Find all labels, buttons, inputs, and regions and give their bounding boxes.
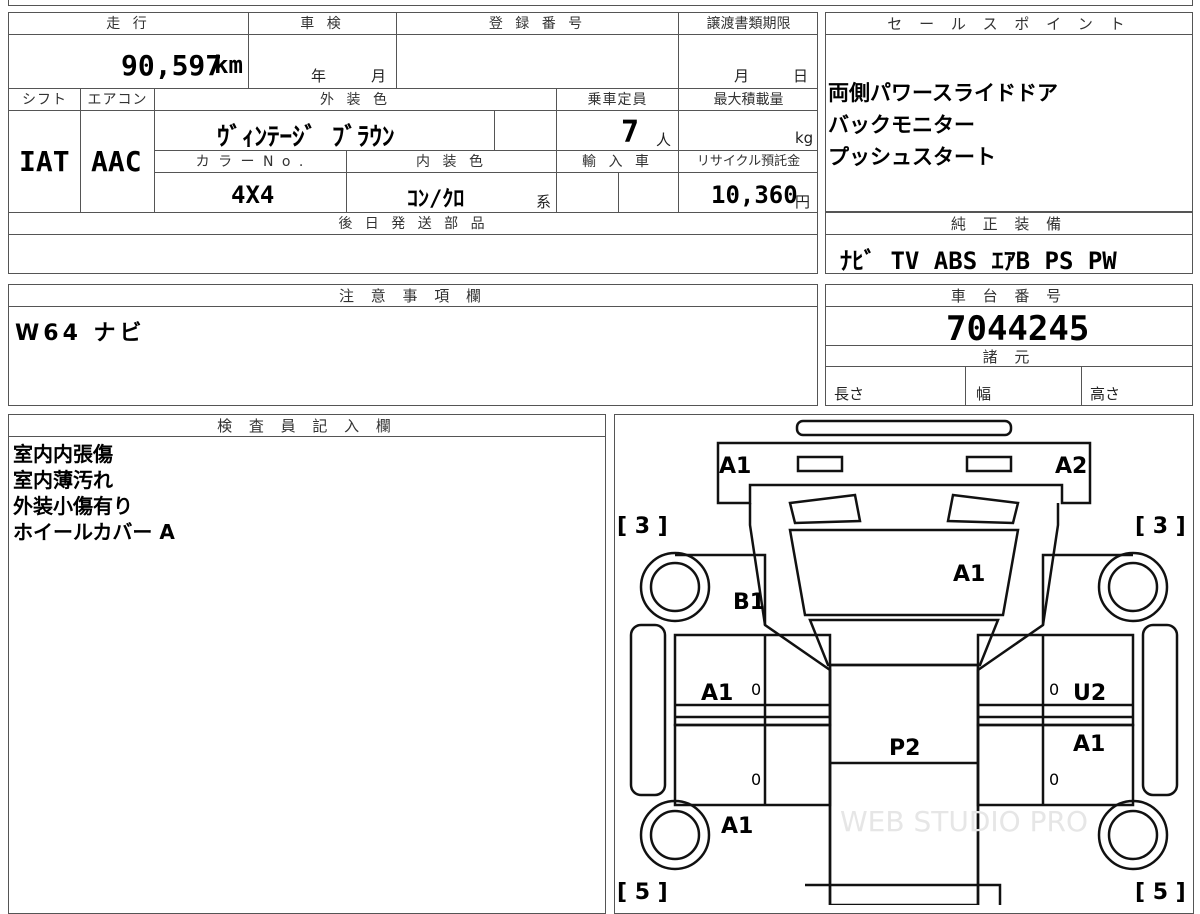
recycle-deposit-label: リサイクル預託金	[679, 151, 818, 173]
mark-roof: P2	[889, 736, 920, 761]
mileage-unit: km	[214, 51, 243, 79]
capacity-unit: 人	[656, 131, 672, 149]
notes-value: W64 ナビ	[15, 321, 146, 346]
inspector-line: ホイールカバー A	[13, 520, 175, 544]
zero-mark: 0	[751, 770, 761, 789]
exterior-extra-cell	[495, 111, 557, 151]
capacity-value: 7	[621, 115, 640, 150]
width-label: 幅	[976, 385, 992, 403]
inspector-box: 検 査 員 記 入 欄 室内内張傷 室内薄汚れ 外装小傷有り ホイールカバー A	[8, 414, 606, 914]
shift-value: IAT	[19, 145, 70, 178]
inspector-label: 検 査 員 記 入 欄	[9, 415, 605, 437]
mark-rear-door-right: A1	[1073, 732, 1105, 757]
mark-front-right: A2	[1055, 454, 1087, 479]
recycle-deposit-unit: 円	[795, 193, 811, 211]
inspector-line: 室内薄汚れ	[13, 468, 113, 492]
sales-point-item: 両側パワースライドドア	[828, 81, 1058, 105]
tire-rear-right: [ 5 ]	[1135, 880, 1186, 905]
interior-color-label: 内 装 色	[347, 151, 557, 173]
shaken-label: 車 検	[249, 13, 397, 35]
zero-mark: 0	[1049, 680, 1059, 699]
car-diagram-box: A1 A2 A1 B1 A1 U2 A1 P2 A1 [ 3 ] [ 3 ] […	[614, 414, 1194, 914]
tire-rear-left: [ 5 ]	[617, 880, 668, 905]
tire-front-left: [ 3 ]	[617, 514, 668, 539]
equipment-label: 純 正 装 備	[826, 213, 1192, 235]
capacity-label: 乗車定員	[557, 89, 679, 111]
inspector-line: 外装小傷有り	[13, 494, 133, 518]
mileage-value: 90,597	[121, 49, 223, 82]
chassis-label: 車 台 番 号	[826, 285, 1192, 307]
max-load-label: 最大積載量	[679, 89, 818, 111]
length-label: 長さ	[834, 385, 865, 403]
notes-label: 注 意 事 項 欄	[9, 285, 817, 307]
import-label: 輸 入 車	[557, 151, 679, 173]
car-diagram: A1 A2 A1 B1 A1 U2 A1 P2 A1 [ 3 ] [ 3 ] […	[617, 419, 1186, 905]
shaken-month: 月	[371, 67, 387, 85]
import-cell-a	[557, 173, 619, 213]
chassis-box: 車 台 番 号 7044245 諸 元 長さ 幅 高さ	[825, 284, 1193, 406]
equipment-value: ﾅﾋﾞ TV ABS ｴｱB PS PW	[840, 247, 1117, 275]
shaken-year: 年	[311, 67, 327, 85]
aircon-value: AAC	[91, 145, 142, 178]
transfer-deadline-label: 譲渡書類期限	[679, 13, 818, 35]
aircon-label: エアコン	[81, 89, 155, 111]
color-number-value: 4X4	[231, 181, 275, 209]
interior-color-value: ｺﾝ/ｸﾛ	[407, 187, 465, 212]
top-strip	[8, 0, 1193, 6]
sales-point-item: プッシュスタート	[828, 145, 996, 169]
notes-box: 注 意 事 項 欄 W64 ナビ	[8, 284, 818, 406]
registration-label: 登 録 番 号	[397, 13, 679, 35]
chassis-value: 7044245	[946, 309, 1090, 349]
mileage-label: 走 行	[9, 13, 249, 35]
mark-rear-fender-left: A1	[721, 814, 753, 839]
max-load-unit: kg	[795, 129, 814, 147]
spec-label: 諸 元	[826, 345, 1192, 367]
vehicle-info-table: 走 行 車 検 登 録 番 号 譲渡書類期限 90,597 km 年 月 月 日…	[8, 12, 818, 274]
zero-mark: 0	[751, 680, 761, 699]
tire-front-right: [ 3 ]	[1135, 514, 1186, 539]
exterior-color-label: 外 装 色	[155, 89, 557, 111]
shift-label: シフト	[9, 89, 81, 111]
sales-point-item: バックモニター	[828, 113, 975, 137]
zero-mark: 0	[1049, 770, 1059, 789]
sales-points-list: 両側パワースライドドア バックモニター プッシュスタート	[828, 77, 1058, 173]
exterior-color-value: ｳﾞｨﾝﾃｰｼﾞ ﾌﾞﾗｳﾝ	[217, 122, 395, 151]
later-parts-label: 後 日 発 送 部 品	[9, 213, 818, 235]
mark-hood: A1	[953, 562, 985, 587]
mark-front-left: A1	[719, 454, 751, 479]
interior-color-suffix: 系	[536, 193, 552, 211]
transfer-month: 月	[734, 67, 750, 85]
height-label: 高さ	[1090, 385, 1121, 403]
inspector-lines: 室内内張傷 室内薄汚れ 外装小傷有り ホイールカバー A	[13, 441, 175, 545]
mark-front-door-left: A1	[701, 681, 733, 706]
registration-cell	[397, 35, 679, 89]
inspector-line: 室内内張傷	[13, 442, 113, 466]
mark-front-door-right: U2	[1073, 681, 1106, 706]
sales-points-box: セ ー ル ス ポ イ ン ト 両側パワースライドドア バックモニター プッシュ…	[825, 12, 1193, 212]
color-number-label: カ ラ ー N o .	[155, 151, 347, 173]
import-cell-b	[619, 173, 679, 213]
sales-points-label: セ ー ル ス ポ イ ン ト	[826, 13, 1192, 35]
mark-fender-left: B1	[733, 590, 765, 615]
equipment-box: 純 正 装 備 ﾅﾋﾞ TV ABS ｴｱB PS PW	[825, 212, 1193, 275]
recycle-deposit-value: 10,360	[711, 181, 798, 209]
transfer-day: 日	[793, 67, 809, 85]
watermark: WEB STUDIO PRO	[840, 805, 1088, 838]
